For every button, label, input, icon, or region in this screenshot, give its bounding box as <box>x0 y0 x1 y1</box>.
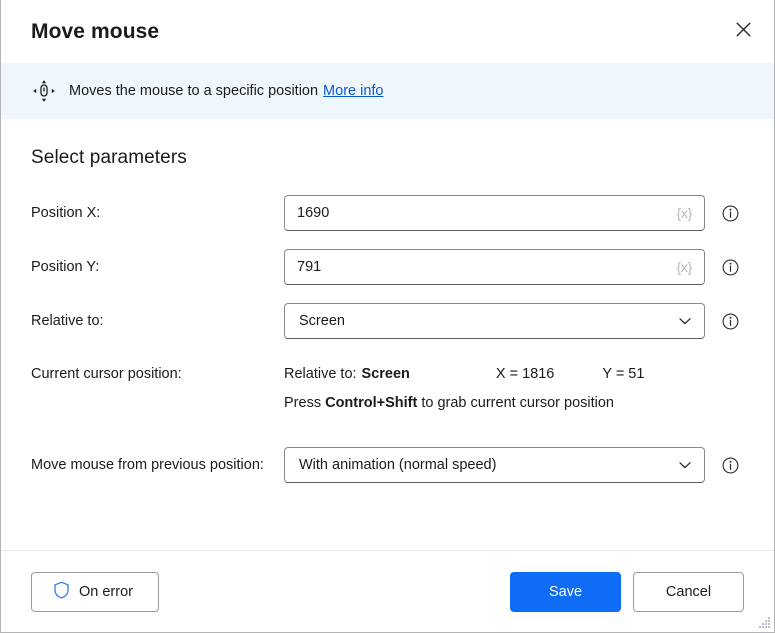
shield-icon <box>53 581 70 603</box>
move-mouse-icon <box>31 78 57 104</box>
position-y-input[interactable]: 791 {x} <box>284 249 705 285</box>
variable-picker-icon[interactable]: {x} <box>677 259 693 275</box>
label-current-cursor-position: Current cursor position: <box>31 366 182 382</box>
close-button[interactable] <box>720 9 766 55</box>
on-error-label: On error <box>79 583 133 600</box>
relative-to-dropdown[interactable]: Screen <box>284 303 705 339</box>
cursor-relative-value: Screen <box>361 366 410 382</box>
resize-grip[interactable] <box>757 615 771 629</box>
on-error-button[interactable]: On error <box>31 571 159 612</box>
description-banner: Moves the mouse to a specific position M… <box>1 63 774 119</box>
more-info-link[interactable]: More info <box>323 83 383 99</box>
cursor-relative-label: Relative to: <box>284 366 357 382</box>
info-icon-position-x[interactable] <box>722 205 739 222</box>
banner-text: Moves the mouse to a specific position <box>69 83 319 99</box>
label-move-mode: Move mouse from previous position: <box>31 456 264 473</box>
field-row-position-y: Position Y: 791 {x} <box>31 249 744 285</box>
move-mode-value: With animation (normal speed) <box>299 457 497 473</box>
position-y-value: 791 <box>297 259 322 275</box>
hint-keys: Control+Shift <box>325 395 418 411</box>
info-icon-relative-to[interactable] <box>722 313 739 330</box>
save-button[interactable]: Save <box>510 571 621 612</box>
parameters-panel: Select parameters Position X: 1690 {x} P… <box>1 119 774 550</box>
position-x-value: 1690 <box>297 205 330 221</box>
close-icon <box>736 22 751 42</box>
cursor-x-readout: X = 1816 <box>495 366 555 382</box>
position-x-input[interactable]: 1690 {x} <box>284 195 705 231</box>
label-relative-to: Relative to: <box>31 313 104 329</box>
hint-suffix: to grab current cursor position <box>417 395 614 411</box>
chevron-down-icon <box>676 456 694 474</box>
move-mode-dropdown[interactable]: With animation (normal speed) <box>284 447 705 483</box>
label-position-x: Position X: <box>31 205 101 221</box>
relative-to-value: Screen <box>299 313 345 329</box>
dialog-footer: On error Save Cancel <box>1 550 774 632</box>
info-icon-position-y[interactable] <box>722 259 739 276</box>
section-title: Select parameters <box>31 147 187 168</box>
title-bar: Move mouse <box>1 0 774 63</box>
field-row-relative-to: Relative to: Screen <box>31 303 744 339</box>
cursor-grab-hint: Press Control+Shift to grab current curs… <box>284 395 744 411</box>
chevron-down-icon <box>676 312 694 330</box>
label-position-y: Position Y: <box>31 259 100 275</box>
field-row-move-mode: Move mouse from previous position: With … <box>31 447 744 483</box>
cursor-y-readout: Y = 51 <box>602 366 645 382</box>
move-mouse-dialog: Move mouse Moves the mouse to a specific… <box>0 0 775 633</box>
info-icon-move-mode[interactable] <box>722 457 739 474</box>
hint-prefix: Press <box>284 395 326 411</box>
cursor-readout: Relative to: Screen X = 1816 Y = 51 <box>284 366 744 382</box>
variable-picker-icon[interactable]: {x} <box>677 205 693 221</box>
page-title: Move mouse <box>31 19 160 43</box>
field-row-position-x: Position X: 1690 {x} <box>31 195 744 231</box>
current-cursor-position-row: Current cursor position: Relative to: Sc… <box>31 365 744 411</box>
cancel-button[interactable]: Cancel <box>633 571 744 612</box>
